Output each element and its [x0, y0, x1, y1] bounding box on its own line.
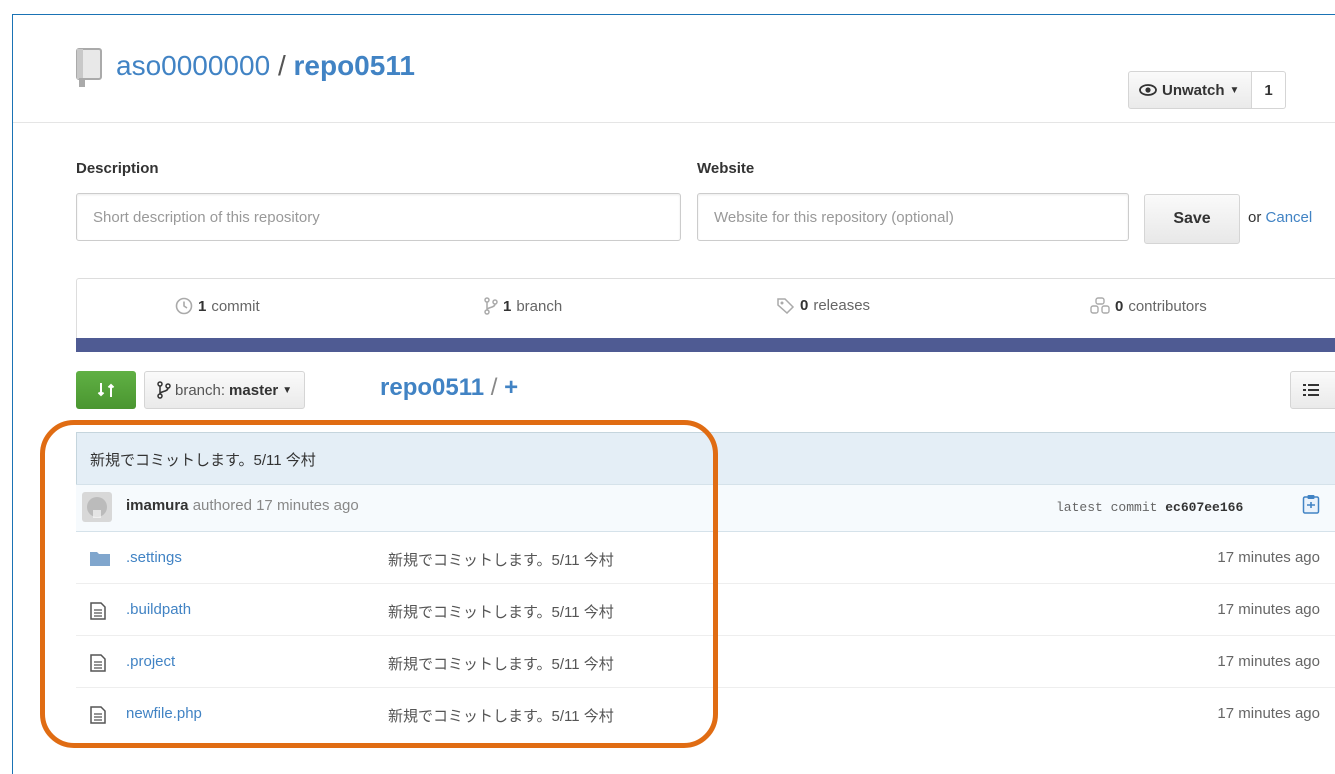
stat-commits[interactable]: 1 commit	[175, 297, 260, 315]
breadcrumb-repo-link[interactable]: repo0511	[380, 374, 484, 401]
website-label: Website	[697, 160, 755, 177]
file-row: newfile.php 新規でコミットします。5/11 今村 17 minute…	[76, 688, 1335, 740]
unwatch-label: Unwatch	[1162, 81, 1225, 99]
branch-selector[interactable]: branch: master ▼	[144, 371, 306, 409]
eye-icon	[1139, 84, 1157, 96]
breadcrumb-separator: /	[490, 374, 498, 401]
history-icon	[175, 297, 193, 315]
author-name-link[interactable]: imamura	[126, 497, 189, 514]
file-commit-message[interactable]: 新規でコミットします。5/11 今村	[388, 601, 614, 622]
stat-contributors-count: 0	[1115, 297, 1124, 315]
branch-icon	[157, 381, 171, 399]
file-row: .buildpath 新規でコミットします。5/11 今村 17 minutes…	[76, 584, 1335, 636]
unwatch-button[interactable]: Unwatch ▼	[1128, 71, 1253, 109]
repo-owner-link[interactable]: aso0000000	[116, 50, 270, 81]
stat-releases-count: 0	[800, 297, 809, 314]
avatar-icon	[87, 497, 107, 518]
stat-branches-label: branch	[516, 297, 563, 315]
stat-contributors-label: contributors	[1128, 297, 1207, 315]
file-row: .settings 新規でコミットします。5/11 今村 17 minutes …	[76, 532, 1335, 584]
repo-title-separator: /	[277, 50, 286, 81]
new-file-link[interactable]: +	[504, 374, 518, 401]
file-icon	[90, 602, 106, 620]
repo-name-link[interactable]: repo0511	[294, 50, 415, 81]
website-input[interactable]	[697, 193, 1129, 241]
or-text: or	[1248, 209, 1262, 226]
avatar[interactable]	[82, 492, 112, 522]
watch-group: Unwatch ▼ 1	[1128, 71, 1286, 109]
file-name-link[interactable]: .buildpath	[126, 601, 191, 618]
file-name-link[interactable]: .settings	[126, 549, 182, 566]
stat-contributors[interactable]: 0 contributors	[1090, 297, 1207, 315]
clipboard-icon[interactable]	[1302, 494, 1320, 514]
stat-branches-count: 1	[503, 297, 512, 315]
stat-releases[interactable]: 0 releases	[777, 297, 870, 314]
file-name-link[interactable]: .project	[126, 653, 175, 670]
repo-icon	[76, 48, 102, 87]
branch-name: master	[229, 381, 279, 399]
file-commit-message[interactable]: 新規でコミットします。5/11 今村	[388, 705, 614, 726]
file-commit-message[interactable]: 新規でコミットします。5/11 今村	[388, 549, 614, 570]
language-bar	[76, 338, 1335, 352]
latest-commit-label: latest commit	[1056, 500, 1158, 515]
watchers-count[interactable]: 1	[1252, 71, 1286, 109]
stat-commits-label: commit	[211, 297, 260, 315]
chevron-down-icon: ▼	[1229, 84, 1240, 96]
branch-icon	[484, 297, 498, 315]
branch-prefix: branch:	[175, 381, 226, 399]
breadcrumb: repo0511 / +	[380, 374, 518, 402]
file-age: 17 minutes ago	[1217, 653, 1320, 670]
header-divider	[13, 122, 1335, 123]
latest-commit: latest commit ec607ee166	[1056, 500, 1243, 515]
cancel-link[interactable]: Cancel	[1266, 209, 1313, 226]
stat-branches[interactable]: 1 branch	[484, 297, 562, 315]
list-view-button[interactable]	[1290, 371, 1335, 409]
chevron-down-icon: ▼	[282, 384, 293, 396]
file-icon	[90, 654, 106, 672]
repo-title: aso0000000 / repo0511	[116, 50, 415, 82]
description-label: Description	[76, 160, 159, 177]
commit-author: imamura authored 17 minutes ago	[126, 497, 359, 514]
organization-icon	[1090, 297, 1110, 314]
compare-icon	[97, 383, 115, 397]
description-input[interactable]	[76, 193, 681, 241]
or-cancel: or Cancel	[1248, 209, 1312, 226]
stat-releases-label: releases	[813, 297, 871, 314]
file-age: 17 minutes ago	[1217, 601, 1320, 618]
folder-icon	[90, 552, 110, 566]
compare-button[interactable]	[76, 371, 136, 409]
tag-icon	[777, 297, 795, 314]
save-button[interactable]: Save	[1144, 194, 1240, 244]
commit-message[interactable]: 新規でコミットします。5/11 今村	[90, 449, 316, 470]
commit-sha-link[interactable]: ec607ee166	[1165, 500, 1243, 515]
file-name-link[interactable]: newfile.php	[126, 705, 202, 722]
file-row: .project 新規でコミットします。5/11 今村 17 minutes a…	[76, 636, 1335, 688]
file-age: 17 minutes ago	[1217, 705, 1320, 722]
file-age: 17 minutes ago	[1217, 549, 1320, 566]
file-icon	[90, 706, 106, 724]
authored-time: authored 17 minutes ago	[192, 497, 359, 514]
list-icon	[1303, 384, 1319, 396]
file-commit-message[interactable]: 新規でコミットします。5/11 今村	[388, 653, 614, 674]
stat-commits-count: 1	[198, 297, 207, 315]
